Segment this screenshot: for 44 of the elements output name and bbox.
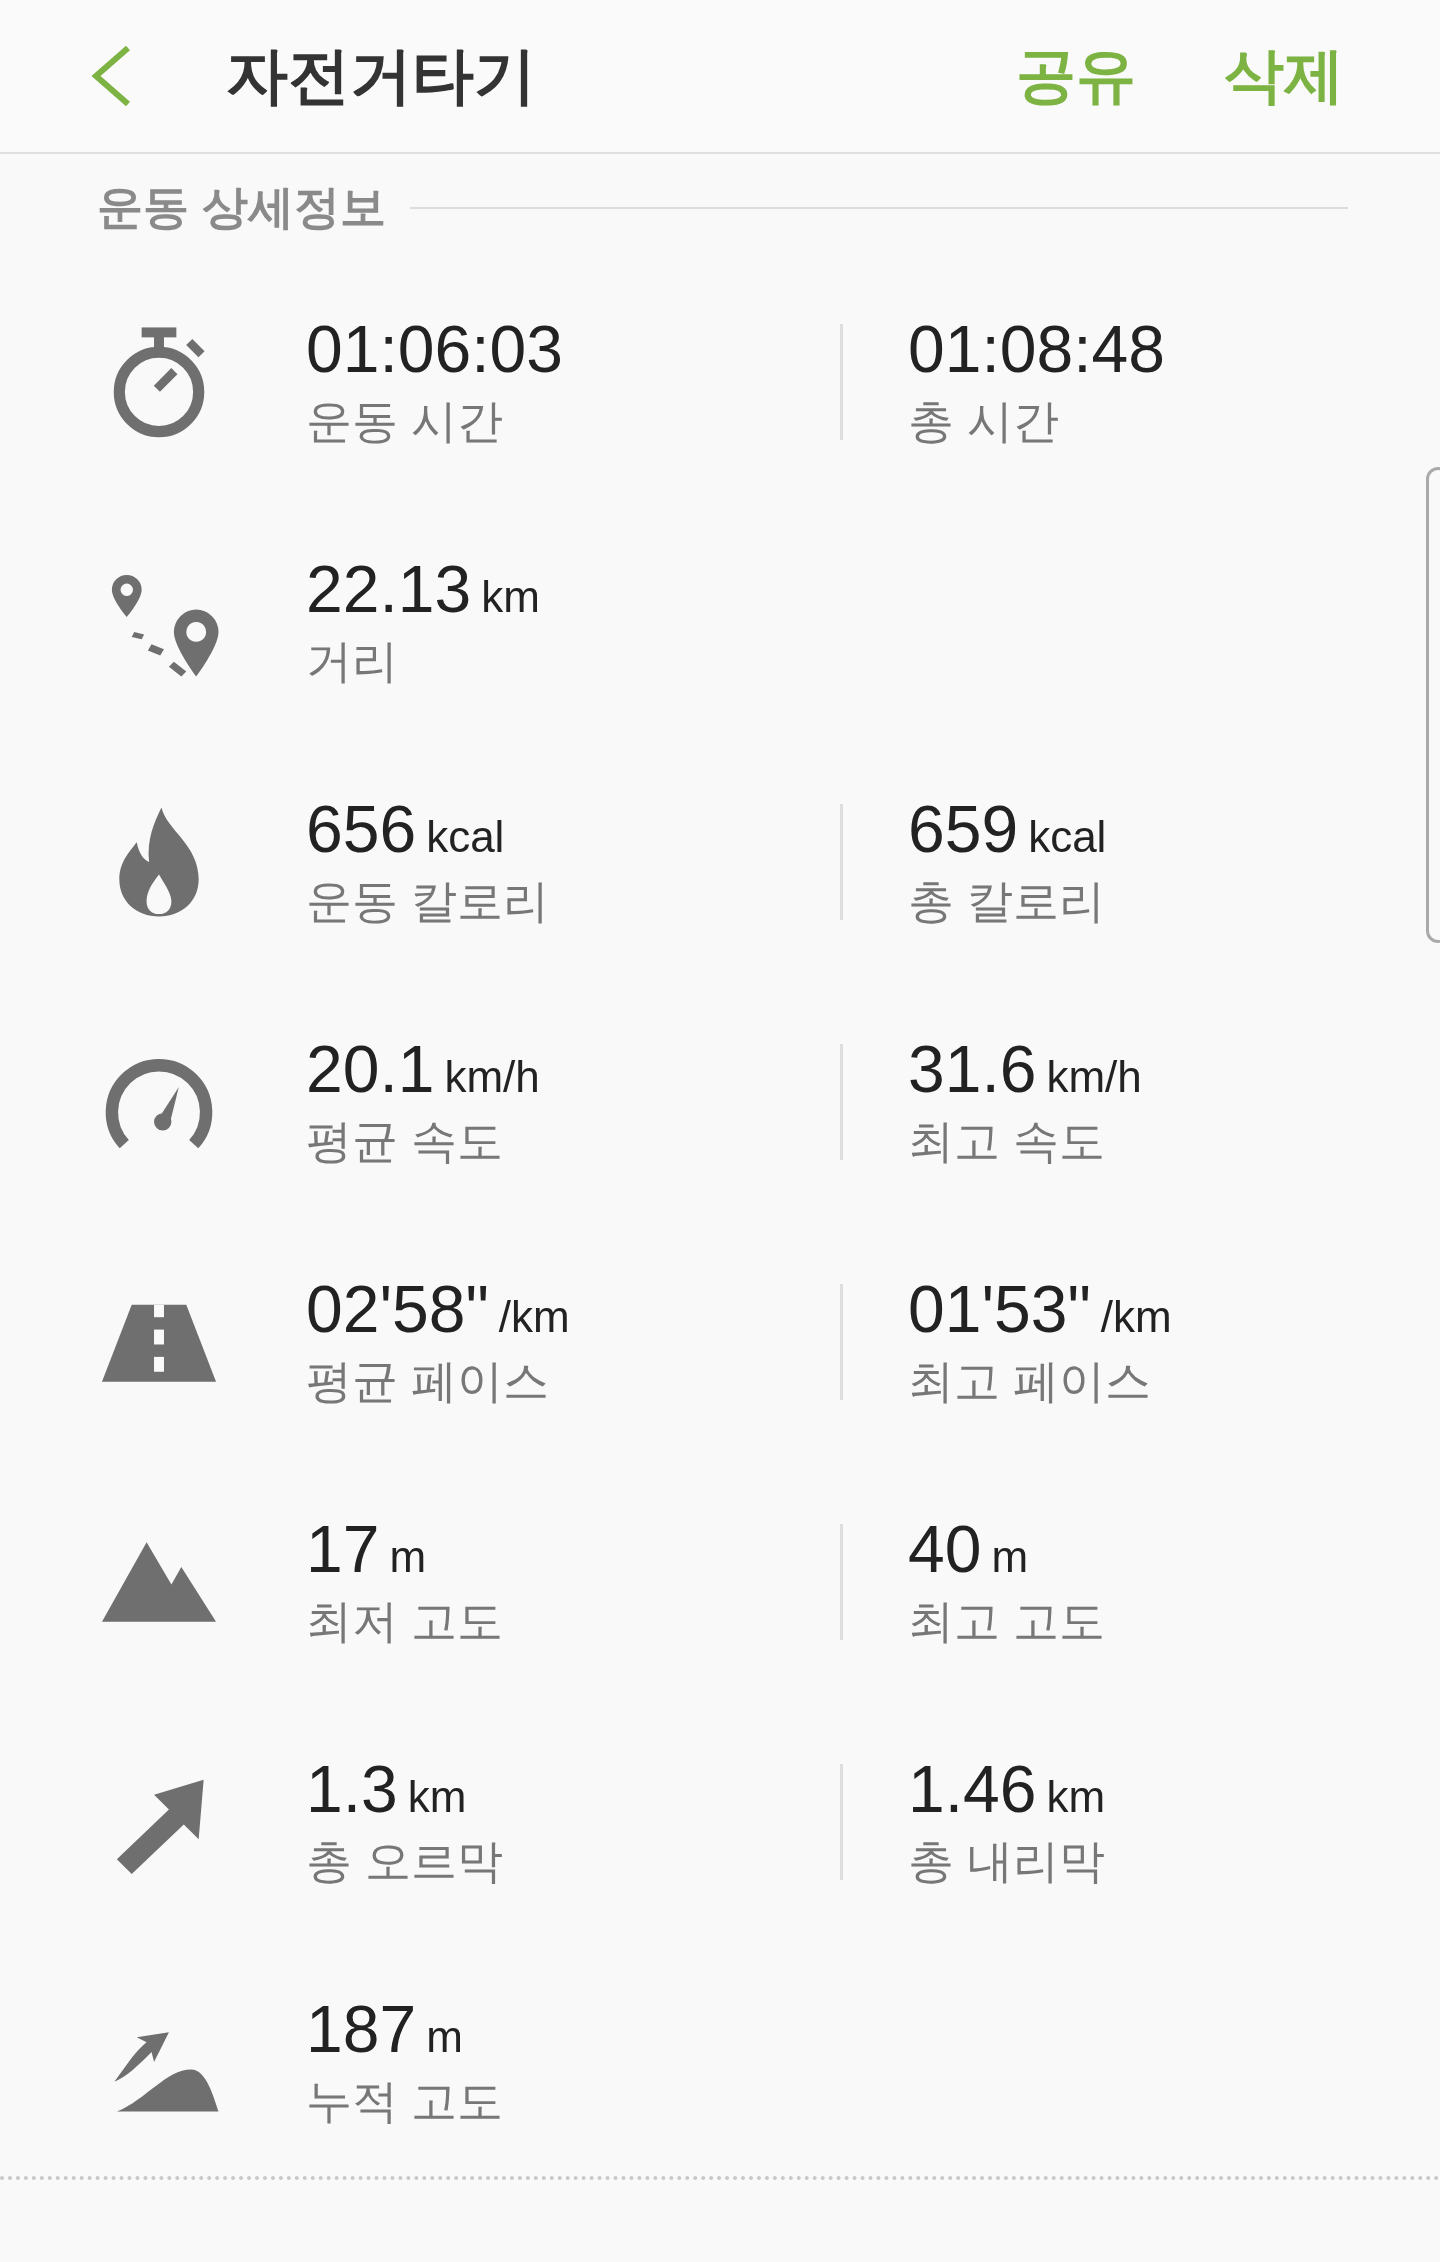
unit-label: kcal [426,812,505,861]
stat-label: 운동 칼로리 [306,874,550,929]
header-action-button[interactable]: 삭제 [1224,35,1344,117]
stat-value: 1.3 [306,1752,398,1826]
stat-value: 01:08:48 [908,312,1165,386]
unit-label: km/h [444,1052,540,1101]
stat-label: 평균 속도 [306,1114,504,1169]
stat-label: 총 내리막 [908,1834,1106,1889]
unit-label: /km [1100,1292,1172,1341]
stat-label: 총 오르막 [306,1834,504,1889]
stat-label: 최고 고도 [908,1594,1106,1649]
section-title: 운동 상세정보 [97,180,386,235]
unit-label: km [481,572,540,621]
stat-value: 187 [306,1992,417,2066]
stat-value: 02'58" [306,1272,489,1346]
unit-label: m [389,1532,427,1581]
unit-label: km/h [1046,1052,1142,1101]
unit-label: m [426,2012,463,2061]
stat-value: 31.6 [908,1032,1037,1106]
stat-value: 01'53" [908,1272,1091,1346]
stat-label: 운동 시간 [306,394,504,449]
unit-label: /km [498,1292,570,1341]
stat-value: 22.13 [306,552,472,626]
stat-label: 최저 고도 [306,1594,504,1649]
stat-value: 656 [306,792,417,866]
stat-value: 1.46 [908,1752,1037,1826]
unit-label: m [991,1532,1029,1581]
header-action-button[interactable]: 공유 [1016,35,1136,117]
stat-value: 659 [908,792,1019,866]
stat-value: 17 [306,1512,380,1586]
unit-label: km [1046,1772,1106,1821]
stat-label: 최고 속도 [908,1114,1106,1169]
page-title: 자전거타기 [226,40,537,112]
unit-label: kcal [1028,812,1107,861]
stat-label: 총 칼로리 [908,874,1106,929]
unit-label: km [407,1772,467,1821]
stat-value: 01:06:03 [306,312,563,386]
stat-value: 20.1 [306,1032,435,1106]
stat-label: 거리 [306,634,399,689]
stat-value: 40 [908,1512,982,1586]
stat-label: 최고 페이스 [908,1354,1152,1409]
stat-label: 총 시간 [908,394,1060,449]
stat-label: 누적 고도 [306,2074,504,2129]
stat-label: 평균 페이스 [306,1354,550,1409]
